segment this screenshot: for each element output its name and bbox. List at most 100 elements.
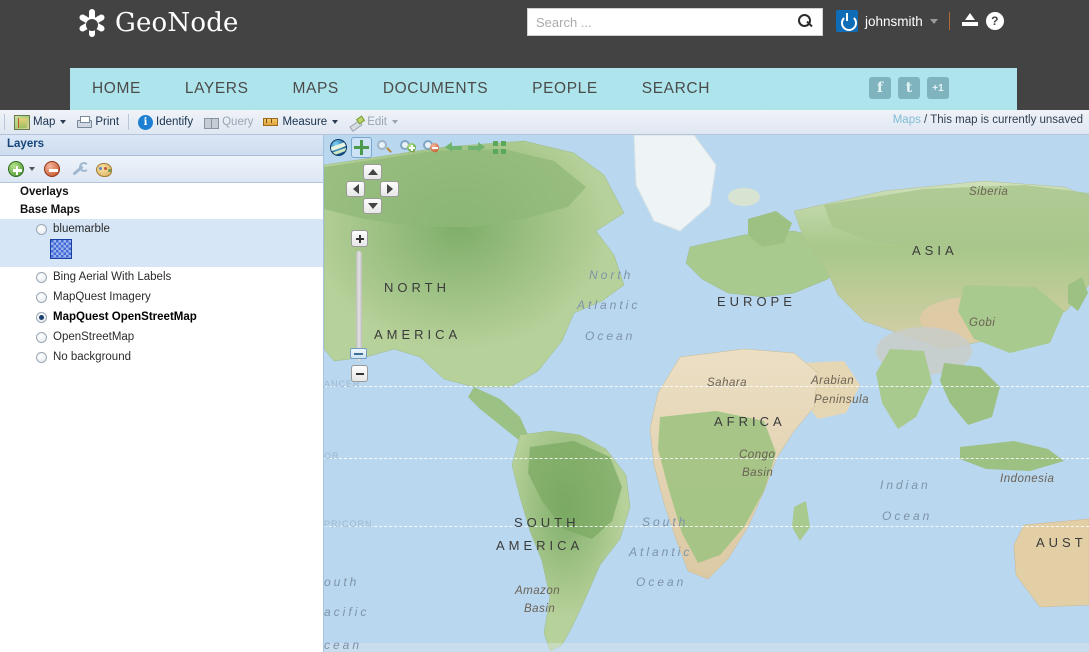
extent-corners-icon	[492, 140, 507, 155]
pan-left-button[interactable]	[346, 181, 365, 197]
magnifier-plus-icon	[400, 140, 416, 155]
nav-people[interactable]: PEOPLE	[510, 68, 620, 110]
minus-circle-icon[interactable]	[44, 161, 60, 177]
zoom-out-stepper[interactable]	[351, 365, 368, 382]
measure-button[interactable]: Measure	[258, 113, 343, 132]
power-avatar-icon	[836, 10, 858, 32]
map-icon	[14, 114, 30, 130]
printer-icon	[76, 115, 93, 130]
map-tool-buttons	[328, 137, 510, 158]
global-search[interactable]	[527, 8, 823, 36]
layer-label: bluemarble	[53, 223, 110, 235]
identify-label: Identify	[156, 116, 194, 128]
previous-extent-button[interactable]	[443, 137, 464, 158]
help-question-icon[interactable]: ?	[985, 12, 1004, 30]
pan-down-button[interactable]	[363, 198, 382, 214]
username-label[interactable]: johnsmith	[865, 14, 923, 29]
ruler-icon	[263, 115, 279, 130]
world-basemap-graphic	[324, 135, 1089, 652]
chevron-down-icon	[60, 120, 67, 124]
map-viewport[interactable]: ANCER OR PRICORN NORTH AMERICA SOUTH AME…	[324, 135, 1089, 652]
nav-maps[interactable]: MAPS	[271, 68, 361, 110]
nav-home[interactable]: HOME	[70, 68, 163, 110]
wrench-icon[interactable]	[69, 160, 89, 178]
layer-item-mapquest-osm[interactable]: MapQuest OpenStreetMap	[0, 307, 323, 327]
top-header: GeoNode johnsmith ?	[0, 0, 1089, 68]
facebook-icon[interactable]: f	[869, 77, 891, 99]
query-button[interactable]: Query	[198, 113, 258, 132]
chevron-down-icon	[332, 120, 339, 124]
breadcrumb-maps-link[interactable]: Maps	[893, 114, 921, 126]
pencil-icon	[348, 115, 364, 130]
map-app-toolbar: Map Print i Identify Query Measure Edit …	[0, 110, 1089, 135]
brand-logo[interactable]: GeoNode	[78, 8, 239, 38]
layers-panel-title: Layers	[0, 135, 323, 156]
brand-name: GeoNode	[115, 8, 239, 38]
zoom-out-button[interactable]	[420, 137, 441, 158]
social-links: f t +1	[869, 77, 949, 99]
map-save-status: This map is currently unsaved	[930, 114, 1083, 126]
layer-item-openstreetmap[interactable]: OpenStreetMap	[0, 327, 323, 347]
breadcrumb: Maps / This map is currently unsaved	[893, 114, 1083, 126]
print-label: Print	[95, 116, 120, 128]
zoom-in-button[interactable]	[397, 137, 418, 158]
search-icon[interactable]	[794, 11, 816, 33]
magnifier-icon	[377, 140, 392, 155]
edit-label: Edit	[367, 116, 388, 128]
measure-label: Measure	[282, 116, 328, 128]
layers-panel: Layers Overlays Base Maps bluemarble Bin…	[0, 135, 324, 652]
globe-3d-button[interactable]	[328, 137, 349, 158]
arrow-right-icon	[468, 142, 485, 153]
nav-search[interactable]: SEARCH	[620, 68, 732, 110]
layer-label: Bing Aerial With Labels	[53, 271, 172, 283]
layer-item-bluemarble[interactable]: bluemarble	[0, 219, 323, 239]
layers-tree: Overlays Base Maps bluemarble Bing Aeria…	[0, 183, 323, 652]
twitter-icon[interactable]: t	[898, 77, 920, 99]
info-icon: i	[138, 114, 154, 130]
map-canvas[interactable]: ANCER OR PRICORN NORTH AMERICA SOUTH AME…	[324, 135, 1089, 652]
googleplus-icon[interactable]: +1	[927, 77, 949, 99]
layers-panel-toolbar	[0, 156, 323, 183]
magnifier-minus-icon	[423, 140, 439, 155]
radio-icon[interactable]	[36, 271, 47, 283]
divider	[4, 114, 5, 130]
radio-icon[interactable]	[36, 351, 47, 363]
upload-icon[interactable]	[961, 12, 979, 30]
nav-documents[interactable]: DOCUMENTS	[361, 68, 510, 110]
palette-icon[interactable]	[96, 163, 112, 177]
radio-icon[interactable]	[36, 223, 47, 235]
latitude-label-tropic-capricorn: PRICORN	[324, 519, 373, 529]
zoom-slider[interactable]	[350, 251, 367, 361]
search-input[interactable]	[528, 14, 794, 30]
latitude-line-equator	[324, 458, 1089, 459]
zoom-box-button[interactable]	[374, 137, 395, 158]
pan-right-button[interactable]	[380, 181, 399, 197]
layer-label: MapQuest OpenStreetMap	[53, 311, 197, 323]
identify-button[interactable]: i Identify	[133, 113, 198, 132]
edit-button[interactable]: Edit	[343, 113, 403, 132]
layer-item-bing-aerial[interactable]: Bing Aerial With Labels	[0, 267, 323, 287]
layer-legend-bluemarble	[0, 239, 323, 267]
zoom-in-stepper[interactable]	[351, 230, 368, 247]
chevron-down-icon[interactable]	[29, 167, 35, 171]
layer-group-overlays[interactable]: Overlays	[0, 183, 323, 201]
zoom-to-max-extent-button[interactable]	[489, 137, 510, 158]
radio-icon[interactable]	[36, 331, 47, 343]
print-button[interactable]: Print	[71, 113, 124, 132]
plus-circle-icon[interactable]	[8, 161, 24, 177]
legend-swatch-icon	[50, 239, 72, 259]
workspace: Layers Overlays Base Maps bluemarble Bin…	[0, 135, 1089, 652]
user-menu[interactable]: johnsmith ?	[836, 10, 1004, 32]
next-extent-button[interactable]	[466, 137, 487, 158]
chevron-down-icon[interactable]	[929, 18, 938, 24]
pan-up-button[interactable]	[363, 164, 382, 180]
radio-icon[interactable]	[36, 291, 47, 303]
layer-item-mapquest-imagery[interactable]: MapQuest Imagery	[0, 287, 323, 307]
layer-group-base-maps[interactable]: Base Maps	[0, 201, 323, 219]
map-menu-button[interactable]: Map	[9, 113, 71, 132]
layer-item-no-background[interactable]: No background	[0, 347, 323, 367]
nav-layers[interactable]: LAYERS	[163, 68, 271, 110]
zoom-slider-handle[interactable]	[350, 348, 367, 359]
radio-icon[interactable]	[36, 311, 47, 323]
pan-tool-button[interactable]	[351, 137, 372, 158]
